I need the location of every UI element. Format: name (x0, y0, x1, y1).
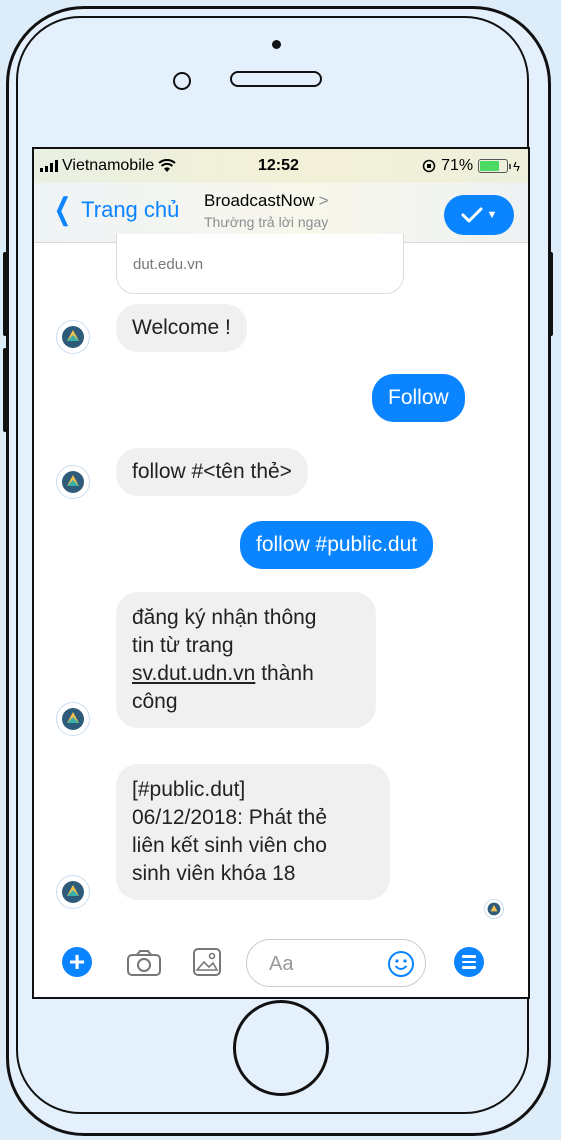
message-input[interactable]: Aa (246, 939, 426, 987)
message-link[interactable]: sv.dut.udn.vn (132, 662, 255, 685)
message-bubble-incoming[interactable]: đăng ký nhận thông tin từ trang sv.dut.u… (116, 592, 376, 728)
earpiece-speaker (230, 71, 322, 87)
page-title: BroadcastNow (204, 191, 315, 210)
link-preview-url: dut.edu.vn (133, 256, 204, 273)
conversation-title[interactable]: BroadcastNow > Thường trả lời ngay (204, 191, 329, 230)
gallery-icon[interactable] (192, 947, 222, 977)
status-time: 12:52 (258, 157, 299, 174)
message-line: tin từ trang (132, 634, 234, 657)
front-sensor (272, 40, 281, 49)
bot-avatar[interactable] (56, 465, 90, 499)
signal-icon (40, 160, 58, 172)
message-bubble-incoming[interactable]: follow #<tên thẻ> (116, 448, 308, 496)
message-bubble-incoming[interactable]: [#public.dut] 06/12/2018: Phát thẻ liên … (116, 764, 390, 900)
logo-icon (62, 708, 84, 730)
charging-icon: ϟ (513, 158, 520, 174)
message-line: công (132, 690, 178, 713)
menu-icon[interactable] (454, 947, 484, 977)
response-time-subtitle: Thường trả lời ngay (204, 214, 329, 230)
chevron-left-icon: ❮ (53, 193, 72, 226)
camera-icon[interactable] (126, 949, 162, 977)
message-list: dut.edu.vn Welcome ! Follow follow #<tên… (34, 234, 528, 936)
bot-avatar[interactable] (56, 702, 90, 736)
home-button[interactable] (233, 1000, 329, 1096)
logo-icon (62, 326, 84, 348)
seen-indicator (484, 899, 504, 919)
message-line: [#public.dut] (132, 778, 246, 801)
caret-down-icon: ▼ (486, 209, 498, 221)
status-bar: Vietnamobile 12:52 71% ϟ (34, 149, 528, 183)
back-button[interactable]: ❮ Trang chủ (50, 193, 180, 226)
check-icon (461, 207, 483, 223)
bot-avatar[interactable] (56, 320, 90, 354)
carrier-name: Vietnamobile (62, 157, 155, 174)
message-line: đăng ký nhận thông (132, 606, 317, 629)
message-bubble-outgoing[interactable]: follow #public.dut (240, 521, 434, 569)
message-line: thành (255, 662, 314, 685)
link-preview-card[interactable]: dut.edu.vn (116, 234, 404, 294)
phone-screen: Vietnamobile 12:52 71% ϟ ❮ Trang chủ Bro… (32, 147, 530, 999)
message-line: sinh viên khóa 18 (132, 862, 296, 885)
front-camera (173, 72, 191, 90)
message-placeholder: Aa (269, 953, 294, 975)
subscribe-button[interactable]: ▼ (444, 195, 514, 235)
seen-avatar-icon (487, 902, 501, 916)
logo-icon (62, 881, 84, 903)
wifi-icon (158, 159, 176, 172)
battery-icon (478, 159, 512, 173)
plus-icon[interactable]: + (62, 947, 92, 977)
message-composer: + Aa (34, 931, 528, 997)
bot-avatar[interactable] (56, 875, 90, 909)
message-bubble-incoming[interactable]: Welcome ! (116, 304, 247, 352)
message-line: liên kết sinh viên cho (132, 834, 327, 857)
status-right: 71% ϟ (422, 157, 520, 175)
message-line: 06/12/2018: Phát thẻ (132, 806, 327, 829)
status-left: Vietnamobile (40, 157, 176, 175)
logo-icon (62, 471, 84, 493)
battery-percent: 71% (441, 157, 474, 174)
back-label: Trang chủ (81, 197, 180, 222)
chevron-right-icon: > (318, 191, 329, 210)
emoji-icon[interactable] (387, 950, 415, 978)
orientation-lock-icon (422, 159, 436, 173)
message-bubble-outgoing[interactable]: Follow (372, 374, 465, 422)
